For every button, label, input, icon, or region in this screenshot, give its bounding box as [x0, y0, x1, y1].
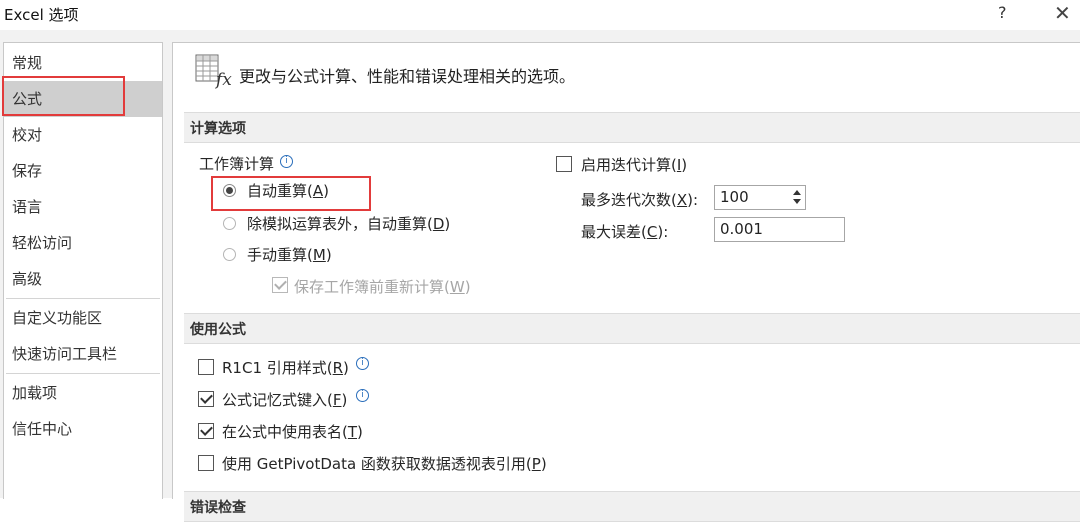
section-title: 错误检查	[190, 500, 246, 516]
manual-label[interactable]: 手动重算(M)	[247, 244, 332, 265]
sidebar-item-proofing[interactable]: 校对	[4, 117, 162, 153]
automatic-except-tables-label[interactable]: 除模拟运算表外，自动重算(D)	[247, 213, 450, 234]
help-button[interactable]: ?	[998, 3, 1007, 22]
sidebar-divider	[6, 298, 160, 299]
info-icon[interactable]: i	[356, 357, 369, 370]
section-title: 使用公式	[190, 322, 246, 338]
checkbox-formula-autocomplete[interactable]	[198, 391, 214, 407]
header-text: 更改与公式计算、性能和错误处理相关的选项。	[239, 67, 576, 86]
getpivotdata-label[interactable]: 使用 GetPivotData 函数获取数据透视表引用(P)	[222, 453, 547, 474]
info-icon[interactable]: i	[280, 155, 293, 168]
info-icon[interactable]: i	[356, 389, 369, 402]
radio-manual[interactable]	[223, 248, 236, 261]
max-iterations-spinner[interactable]	[790, 186, 804, 209]
checkbox-getpivotdata[interactable]	[198, 455, 214, 471]
max-iterations-value: 100	[720, 188, 749, 206]
sidebar-item-trust-center[interactable]: 信任中心	[4, 411, 162, 447]
main-panel: fx 更改与公式计算、性能和错误处理相关的选项。 计算选项 工作簿计算 i 自动…	[172, 42, 1080, 522]
checkbox-recalc-before-save	[272, 277, 288, 293]
formula-fx-icon: fx	[195, 54, 232, 89]
max-change-label: 最大误差(C):	[581, 223, 669, 241]
spin-down-icon[interactable]	[793, 199, 801, 204]
max-change-input[interactable]: 0.001	[714, 217, 845, 242]
section-header-error-checking: 错误检查	[184, 491, 1080, 522]
section-header-calculation: 计算选项	[184, 112, 1080, 143]
section-title: 计算选项	[190, 121, 246, 137]
title-bar: Excel 选项 ? ✕	[0, 0, 1080, 30]
workbook-calc-label: 工作簿计算	[199, 155, 275, 173]
window-title: Excel 选项	[4, 6, 79, 24]
sidebar-item-customize-ribbon[interactable]: 自定义功能区	[4, 300, 162, 336]
max-iterations-input[interactable]: 100	[714, 185, 806, 210]
highlight-box-formulas	[2, 76, 125, 116]
sidebar-item-add-ins[interactable]: 加载项	[4, 375, 162, 411]
sidebar-item-save[interactable]: 保存	[4, 153, 162, 189]
max-iterations-label: 最多迭代次数(X):	[581, 191, 699, 209]
formula-autocomplete-label[interactable]: 公式记忆式键入(F)	[222, 389, 347, 410]
close-button[interactable]: ✕	[1054, 1, 1071, 25]
checkbox-use-table-names[interactable]	[198, 423, 214, 439]
spin-up-icon[interactable]	[793, 190, 801, 195]
sidebar-item-quick-access-toolbar[interactable]: 快速访问工具栏	[4, 336, 162, 372]
use-table-names-label[interactable]: 在公式中使用表名(T)	[222, 421, 363, 442]
radio-automatic-except-tables[interactable]	[223, 217, 236, 230]
max-change-value: 0.001	[720, 220, 763, 238]
highlight-box-automatic	[211, 176, 371, 211]
section-header-working-with-formulas: 使用公式	[184, 313, 1080, 344]
checkbox-r1c1[interactable]	[198, 359, 214, 375]
sidebar-item-language[interactable]: 语言	[4, 189, 162, 225]
svg-text:fx: fx	[214, 70, 232, 89]
sidebar-divider	[6, 373, 160, 374]
recalc-before-save-label: 保存工作簿前重新计算(W)	[294, 278, 471, 296]
enable-iterative-label[interactable]: 启用迭代计算(I)	[581, 154, 687, 175]
sidebar-item-accessibility[interactable]: 轻松访问	[4, 225, 162, 261]
checkbox-enable-iterative[interactable]	[556, 156, 572, 172]
sidebar-item-advanced[interactable]: 高级	[4, 261, 162, 297]
r1c1-label[interactable]: R1C1 引用样式(R)	[222, 357, 349, 378]
